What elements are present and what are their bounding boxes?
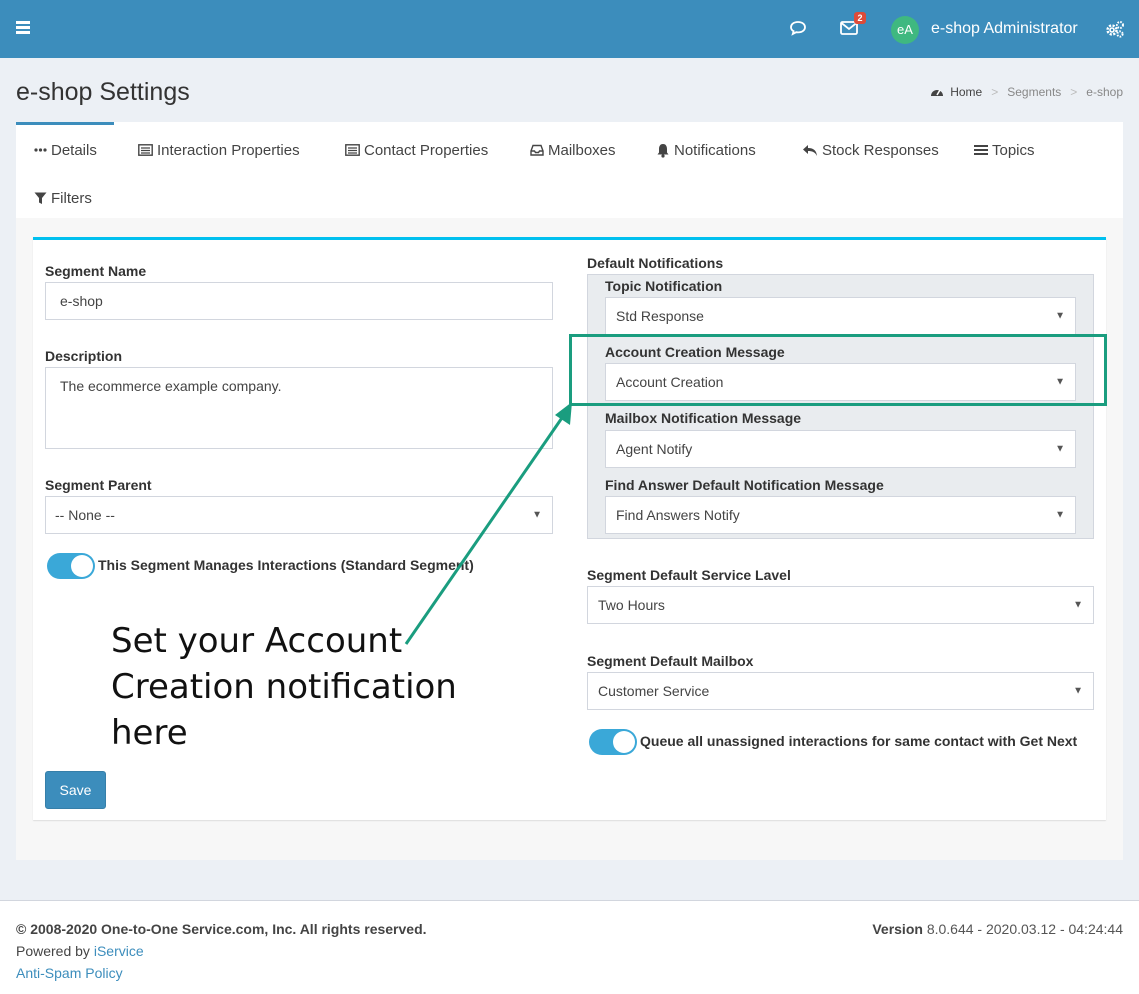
- tab-label: Topics: [992, 141, 1035, 159]
- caret-down-icon: ▼: [1055, 310, 1065, 322]
- tab-label: Stock Responses: [822, 141, 939, 159]
- chat-icon[interactable]: [789, 20, 807, 36]
- tabs-panel: Details Interaction Properties Contact P…: [16, 122, 1123, 218]
- service-level-value: Two Hours: [598, 597, 665, 613]
- version-value: 8.0.644 - 2020.03.12 - 04:24:44: [926, 921, 1123, 937]
- reply-icon: [802, 144, 818, 157]
- caret-down-icon: ▼: [532, 509, 542, 521]
- default-mailbox-value: Customer Service: [598, 683, 710, 699]
- mailbox-notification-label: Mailbox Notification Message: [605, 410, 802, 426]
- save-button[interactable]: Save: [45, 771, 106, 809]
- breadcrumb-current: e-shop: [1086, 85, 1123, 99]
- powered-prefix: Powered by: [16, 943, 94, 959]
- mailbox-notification-select[interactable]: Agent Notify ▼: [605, 430, 1076, 468]
- find-answer-value: Find Answers Notify: [616, 507, 740, 523]
- caret-down-icon: ▼: [1073, 599, 1083, 611]
- topic-notification-label: Topic Notification: [605, 278, 723, 294]
- caret-down-icon: ▼: [1055, 443, 1065, 455]
- manages-interactions-label: This Segment Manages Interactions (Stand…: [98, 557, 474, 573]
- bell-icon: [656, 143, 670, 158]
- segment-name-label: Segment Name: [45, 263, 147, 279]
- topic-notification-select[interactable]: Std Response ▼: [605, 297, 1076, 335]
- tab-notifications[interactable]: Notifications: [656, 140, 756, 160]
- iservice-link[interactable]: iService: [94, 943, 144, 959]
- manages-interactions-toggle[interactable]: [47, 553, 95, 579]
- tab-label: Interaction Properties: [157, 141, 300, 159]
- tab-contact-properties[interactable]: Contact Properties: [345, 140, 488, 160]
- tab-label: Contact Properties: [364, 141, 489, 159]
- copyright-text: © 2008-2020 One-to-One Service.com, Inc.…: [16, 921, 427, 937]
- segment-parent-label: Segment Parent: [45, 477, 152, 493]
- tab-mailboxes[interactable]: Mailboxes: [530, 140, 616, 160]
- filter-icon: [34, 192, 47, 205]
- page-title: e-shop Settings: [16, 78, 190, 106]
- queue-toggle[interactable]: [589, 729, 637, 755]
- service-level-select[interactable]: Two Hours ▼: [587, 586, 1094, 624]
- dashboard-icon: [931, 89, 944, 96]
- find-answer-select[interactable]: Find Answers Notify ▼: [605, 496, 1076, 534]
- tab-details[interactable]: Details: [34, 140, 97, 160]
- queue-label: Queue all unassigned interactions for sa…: [640, 733, 1078, 749]
- topic-notification-value: Std Response: [616, 308, 704, 324]
- tab-stock-responses[interactable]: Stock Responses: [802, 140, 939, 160]
- annotation-highlight-box: [569, 334, 1107, 406]
- list-icon: [138, 144, 153, 156]
- version-label: Version: [872, 921, 923, 937]
- tab-label: Notifications: [674, 141, 756, 159]
- breadcrumb: Home > Segments > e-shop: [930, 85, 1123, 99]
- default-notifications-label: Default Notifications: [587, 255, 724, 271]
- anti-spam-policy-link[interactable]: Anti-Spam Policy: [16, 965, 123, 981]
- tab-topics[interactable]: Topics: [974, 140, 1035, 160]
- top-navbar: 2 eA e-shop Administrator: [0, 0, 1139, 58]
- description-textarea[interactable]: The ecommerce example company.: [45, 367, 553, 449]
- hamburger-icon[interactable]: [16, 21, 30, 35]
- caret-down-icon: ▼: [1073, 685, 1083, 697]
- avatar[interactable]: eA: [891, 16, 919, 44]
- footer: © 2008-2020 One-to-One Service.com, Inc.…: [0, 900, 1139, 994]
- segment-parent-select[interactable]: -- None -- ▼: [45, 496, 553, 534]
- segment-parent-value: -- None --: [55, 507, 115, 523]
- user-name[interactable]: e-shop Administrator: [931, 20, 1078, 38]
- segment-name-input[interactable]: e-shop: [45, 282, 553, 320]
- version-info: Version 8.0.644 - 2020.03.12 - 04:24:44: [872, 921, 1123, 937]
- mailbox-notification-value: Agent Notify: [616, 441, 693, 457]
- tab-label: Mailboxes: [548, 141, 616, 159]
- service-level-label: Segment Default Service Lavel: [587, 567, 791, 583]
- tab-filters[interactable]: Filters: [34, 188, 92, 208]
- tab-interaction-properties[interactable]: Interaction Properties: [138, 140, 300, 160]
- default-mailbox-select[interactable]: Customer Service ▼: [587, 672, 1094, 710]
- default-mailbox-label: Segment Default Mailbox: [587, 653, 754, 669]
- tab-label: Filters: [51, 189, 92, 207]
- active-tab-indicator: [16, 122, 114, 125]
- gears-icon[interactable]: [1105, 20, 1125, 38]
- bars-icon: [974, 144, 988, 156]
- list-icon: [345, 144, 360, 156]
- ellipsis-icon: [34, 148, 47, 152]
- breadcrumb-segments[interactable]: Segments: [1007, 85, 1061, 99]
- description-label: Description: [45, 348, 123, 364]
- inbox-icon: [530, 144, 544, 156]
- find-answer-label: Find Answer Default Notification Message: [605, 477, 884, 493]
- mail-count-badge: 2: [854, 12, 866, 24]
- caret-down-icon: ▼: [1055, 509, 1065, 521]
- powered-by: Powered by iService: [16, 943, 144, 959]
- annotation-text: Set your Account Creation notification h…: [111, 621, 457, 753]
- breadcrumb-home[interactable]: Home: [950, 85, 982, 99]
- tab-label: Details: [51, 141, 97, 159]
